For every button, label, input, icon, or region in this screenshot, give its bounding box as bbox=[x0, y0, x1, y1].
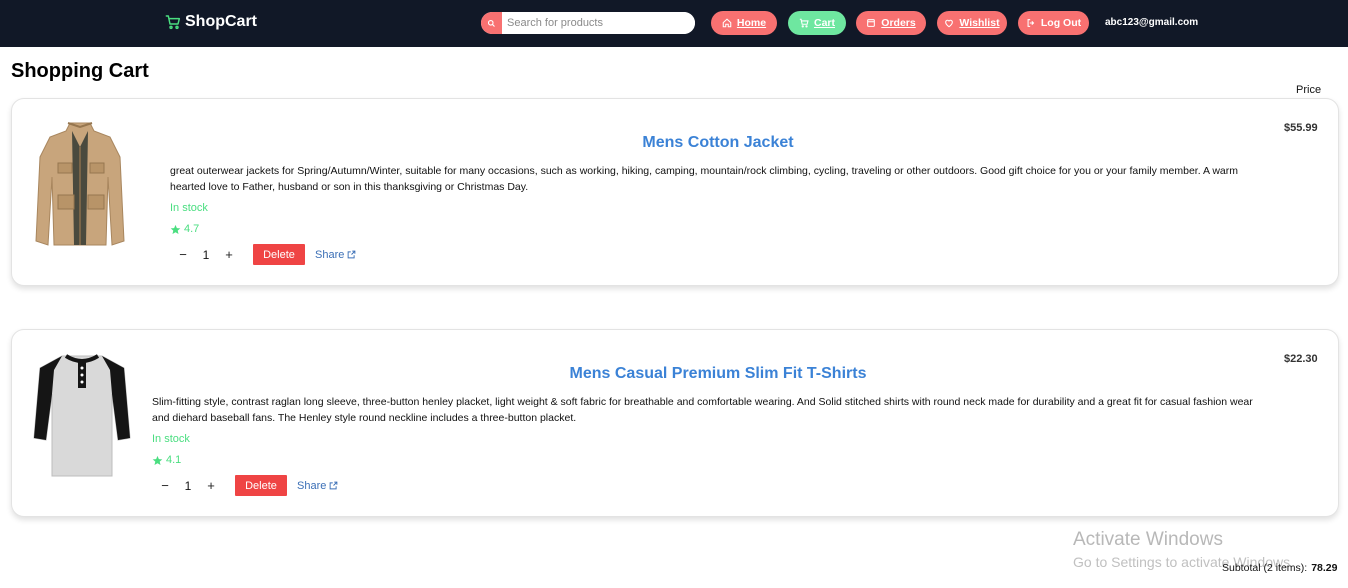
nav-orders-button[interactable]: Orders bbox=[856, 11, 926, 35]
external-link-icon bbox=[330, 481, 338, 490]
delete-button[interactable]: Delete bbox=[253, 244, 305, 265]
search-bar bbox=[481, 12, 695, 34]
share-link[interactable]: Share bbox=[297, 480, 338, 492]
stock-status: In stock bbox=[152, 433, 190, 445]
product-description: Slim-fitting style, contrast raglan long… bbox=[152, 396, 1253, 424]
subtotal: Subtotal (2 items): 78.29 bbox=[1222, 562, 1337, 574]
price-column-heading: Price bbox=[1296, 84, 1322, 96]
home-icon bbox=[722, 18, 732, 28]
decrease-quantity-button[interactable]: − bbox=[174, 246, 192, 264]
product-rating: 4.7 bbox=[170, 223, 199, 235]
cart-icon bbox=[799, 18, 809, 28]
orders-icon bbox=[867, 19, 876, 27]
star-icon bbox=[152, 455, 163, 465]
quantity-controls: − 1 + Delete Share bbox=[174, 244, 356, 265]
external-link-icon bbox=[348, 250, 356, 259]
increase-quantity-button[interactable]: + bbox=[220, 246, 238, 264]
quantity-value: 1 bbox=[184, 478, 192, 493]
star-icon bbox=[170, 224, 181, 234]
rating-value: 4.1 bbox=[166, 454, 182, 466]
nav-wishlist-label: Wishlist bbox=[959, 17, 1000, 29]
cart-icon bbox=[165, 15, 181, 30]
cart-item-card: Mens Casual Premium Slim Fit T-Shirts Sl… bbox=[11, 329, 1339, 517]
subtotal-value: 78.29 bbox=[1311, 562, 1338, 574]
subtotal-label: Subtotal (2 items): bbox=[1222, 562, 1308, 574]
nav-wishlist-button[interactable]: Wishlist bbox=[937, 11, 1007, 35]
share-label: Share bbox=[315, 248, 345, 261]
quantity-controls: − 1 + Delete Share bbox=[156, 475, 338, 496]
nav-cart-label: Cart bbox=[813, 17, 835, 29]
brand-name: ShopCart bbox=[185, 13, 257, 30]
logout-button[interactable]: Log Out bbox=[1018, 11, 1089, 35]
delete-button[interactable]: Delete bbox=[235, 475, 287, 496]
product-title[interactable]: Mens Cotton Jacket bbox=[12, 134, 1348, 152]
increase-quantity-button[interactable]: + bbox=[202, 477, 220, 495]
user-email: abc123@gmail.com bbox=[1105, 17, 1199, 28]
logout-label: Log Out bbox=[1040, 17, 1082, 29]
nav-cart-button[interactable]: Cart bbox=[788, 11, 846, 35]
item-price: $55.99 bbox=[1284, 122, 1318, 134]
quantity-value: 1 bbox=[202, 247, 210, 262]
brand-logo[interactable]: ShopCart bbox=[165, 13, 257, 31]
page-title: Shopping Cart bbox=[11, 60, 149, 82]
logout-icon bbox=[1027, 19, 1035, 27]
heart-icon bbox=[945, 19, 954, 28]
share-link[interactable]: Share bbox=[315, 249, 356, 261]
nav-home-label: Home bbox=[736, 17, 767, 29]
item-price: $22.30 bbox=[1284, 353, 1318, 365]
search-icon[interactable] bbox=[481, 12, 502, 34]
product-description: great outerwear jackets for Spring/Autum… bbox=[170, 165, 1238, 193]
nav-home-button[interactable]: Home bbox=[711, 11, 777, 35]
search-input[interactable] bbox=[502, 12, 695, 34]
decrease-quantity-button[interactable]: − bbox=[156, 477, 174, 495]
rating-value: 4.7 bbox=[184, 223, 200, 235]
nav-orders-label: Orders bbox=[881, 17, 916, 29]
activate-windows-watermark-title: Activate Windows bbox=[1073, 529, 1223, 550]
product-title[interactable]: Mens Casual Premium Slim Fit T-Shirts bbox=[12, 365, 1348, 383]
cart-item-card: Mens Cotton Jacket great outerwear jacke… bbox=[11, 98, 1339, 286]
share-label: Share bbox=[297, 479, 327, 492]
navbar: ShopCart Home Cart Orders Wishlist Log O… bbox=[0, 0, 1348, 47]
stock-status: In stock bbox=[170, 202, 208, 214]
product-rating: 4.1 bbox=[152, 454, 181, 466]
